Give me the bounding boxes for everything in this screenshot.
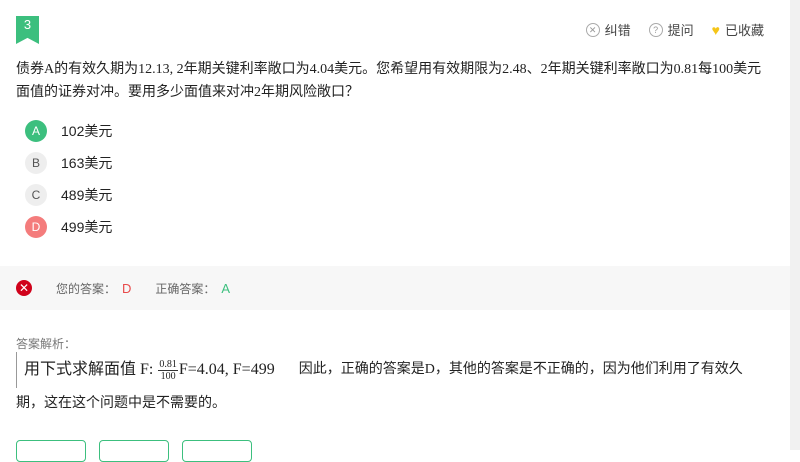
answer-options: A 102美元 B 163美元 C 489美元 D 499美元 — [25, 115, 112, 243]
option-b-letter: B — [25, 152, 47, 174]
correct-answer-value: A — [221, 280, 231, 296]
your-answer-value: D — [122, 280, 132, 296]
report-error-label: 纠错 — [604, 23, 631, 38]
option-c-letter: C — [25, 184, 47, 206]
formula-suffix: F=4.04, F=499 — [178, 361, 275, 378]
bottom-button-1[interactable] — [16, 440, 86, 462]
option-a[interactable]: A 102美元 — [25, 115, 112, 147]
bottom-button-3[interactable] — [182, 440, 252, 462]
option-c[interactable]: C 489美元 — [25, 179, 112, 211]
option-d[interactable]: D 499美元 — [25, 211, 112, 243]
question-text: 债券A的有效久期为12.13, 2年期关键利率敞口为4.04美元。您希望用有效期… — [16, 62, 762, 100]
option-c-text: 489美元 — [61, 187, 113, 203]
option-d-text: 499美元 — [61, 219, 113, 235]
formula-prefix: 用下式求解面值 F: — [24, 361, 158, 378]
analysis-formula: 用下式求解面值 F: 0.81 100 F=4.04, F=499 — [16, 352, 275, 388]
heart-icon: ♥ — [711, 21, 720, 38]
question-actions: ✕ 纠错 ? 提问 ♥ 已收藏 — [585, 20, 764, 39]
question-panel: 3 ✕ 纠错 ? 提问 ♥ 已收藏 债券A的有效久期为12.13, 2年期关键利… — [0, 0, 790, 462]
option-a-text: 102美元 — [61, 123, 113, 139]
formula-fraction: 0.81 100 — [158, 359, 178, 382]
option-a-letter: A — [25, 120, 47, 142]
bottom-button-2[interactable] — [99, 440, 169, 462]
option-d-letter: D — [25, 216, 47, 238]
report-error-button[interactable]: ✕ 纠错 — [585, 20, 631, 39]
answer-result-bar: ✕ 您的答案： D 正确答案： A — [0, 266, 790, 310]
option-b-text: 163美元 — [61, 155, 113, 171]
bottom-button-row — [16, 440, 252, 462]
ask-question-button[interactable]: ? 提问 — [648, 20, 694, 39]
wrong-answer-icon: ✕ — [16, 280, 32, 296]
formula-denominator: 100 — [160, 370, 176, 382]
your-answer-label: 您的答案： — [56, 281, 117, 296]
vertical-scrollbar[interactable] — [790, 0, 800, 450]
analysis-body: 用下式求解面值 F: 0.81 100 F=4.04, F=499 因此，正确的答案是… — [16, 352, 761, 419]
formula-numerator: 0.81 — [158, 358, 178, 371]
question-circle-icon: ? — [648, 22, 663, 37]
question-number-badge: 3 — [16, 16, 39, 44]
correct-answer-label: 正确答案： — [155, 281, 216, 296]
favorite-label: 已收藏 — [724, 23, 764, 38]
ask-question-label: 提问 — [667, 23, 694, 38]
analysis-title: 答案解析： — [16, 337, 77, 351]
favorite-button[interactable]: ♥ 已收藏 — [712, 20, 764, 39]
close-circle-icon: ✕ — [585, 22, 600, 37]
option-b[interactable]: B 163美元 — [25, 147, 112, 179]
